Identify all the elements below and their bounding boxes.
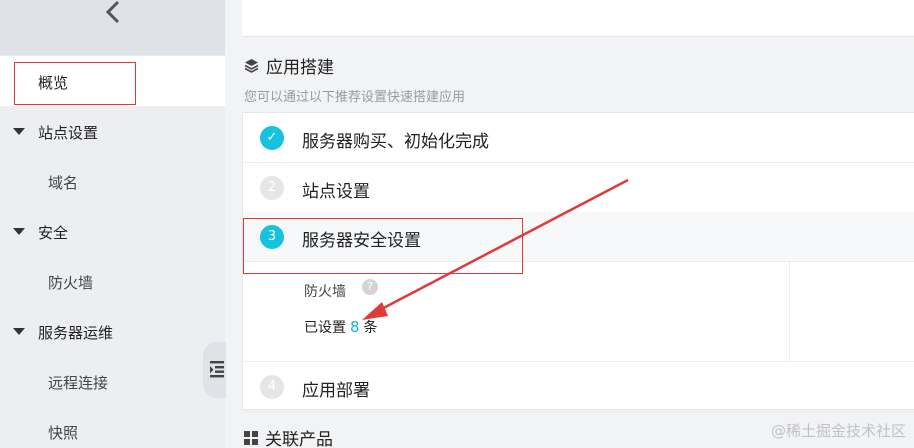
watermark: @稀土掘金技术社区	[770, 422, 906, 440]
annotation-arrow	[362, 178, 629, 320]
